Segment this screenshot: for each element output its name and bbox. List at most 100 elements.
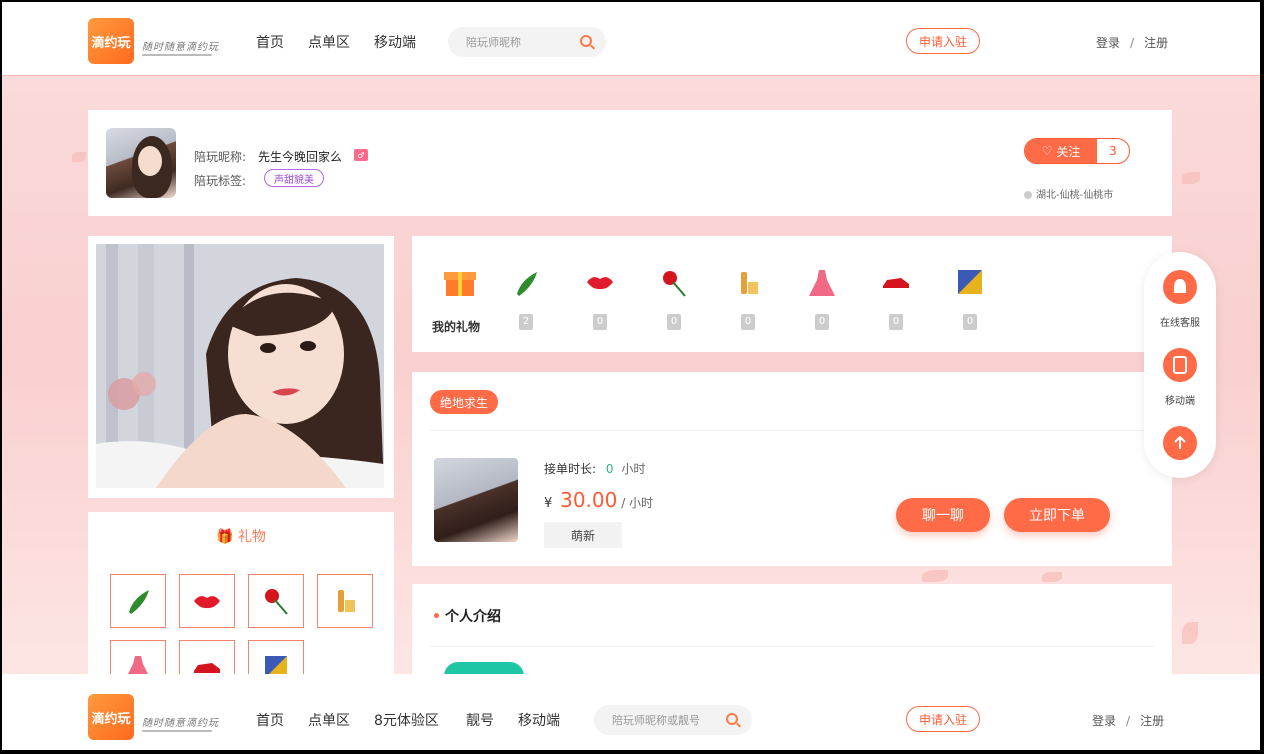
follow-count: 3 <box>1109 144 1117 158</box>
my-gift-champagne[interactable]: 0 <box>726 268 770 330</box>
profile-photo[interactable] <box>96 244 384 488</box>
headset-icon <box>1174 279 1186 293</box>
profile-card: 陪玩昵称: 先生今晚回家么 ♂ 陪玩标签: 声甜貌美 ♡ 关注 3 湖北-仙桃-… <box>88 110 1172 216</box>
customer-service-label: 在线客服 <box>1160 318 1200 329</box>
footer-logo-swoosh <box>142 730 212 732</box>
footer-auth-links: 登录 / 注册 <box>1092 712 1164 729</box>
photo-card <box>88 236 394 498</box>
service-card: 绝地求生 接单时长: 0 小时 ¥ 30.00 / 小时 萌新 聊一聊 立即下单 <box>412 372 1172 566</box>
phone-icon <box>1173 356 1187 374</box>
profile-photo-illustration <box>96 244 384 488</box>
footer-nav-vip-number[interactable]: 靓号 <box>466 710 494 730</box>
footer-nav-order-zone[interactable]: 点单区 <box>308 710 350 730</box>
petal-decoration <box>1182 172 1200 184</box>
champagne-icon <box>338 590 355 612</box>
gift-box-icon <box>443 264 476 296</box>
my-gifts-label: 我的礼物 <box>432 320 481 334</box>
my-gift-lips[interactable]: 0 <box>578 268 622 330</box>
painting-icon <box>955 268 985 298</box>
my-gifts-card: 我的礼物 2 0 0 0 0 0 0 <box>412 236 1172 352</box>
my-gift-car[interactable]: 0 <box>874 268 918 330</box>
duration-row: 接单时长: 0 小时 <box>544 462 646 476</box>
duration-value: 0 <box>605 462 614 476</box>
floating-side-panel: 在线客服 移动端 <box>1144 252 1216 478</box>
gift-count-badge: 0 <box>593 314 607 330</box>
arrow-up-icon <box>1174 436 1186 449</box>
champagne-icon <box>733 268 763 298</box>
avatar-face <box>138 146 162 176</box>
intro-divider <box>430 646 1154 647</box>
footer-site-logo[interactable]: 滴约玩 <box>88 694 134 740</box>
logo-slogan: 随时随意滴约玩 <box>142 42 219 53</box>
footer-login-link[interactable]: 登录 <box>1092 714 1116 728</box>
mobile-app-button[interactable] <box>1163 348 1197 382</box>
intro-card: 个人介绍 <box>412 584 1172 690</box>
footer-nav-trial[interactable]: 8元体验区 <box>374 710 439 730</box>
footer-logo-slogan: 随时随意滴约玩 <box>142 718 219 729</box>
app-frame: 滴约玩 随时随意滴约玩 首页 点单区 移动端 申请入驻 登录 / 注册 陪玩昵称: … <box>2 2 1260 750</box>
verified-badge-icon: ♂ <box>354 149 368 161</box>
my-gift-dress[interactable]: 0 <box>800 268 844 330</box>
dress-icon <box>807 268 837 298</box>
login-link[interactable]: 登录 <box>1096 36 1120 50</box>
gift-count-badge: 0 <box>963 314 977 330</box>
order-now-button[interactable]: 立即下单 <box>1004 498 1110 532</box>
location-info: 湖北-仙桃-仙桃市 <box>1024 186 1113 201</box>
nav-order-zone[interactable]: 点单区 <box>308 32 350 52</box>
user-location-icon <box>1024 191 1032 199</box>
footer-nav-mobile[interactable]: 移动端 <box>518 710 560 730</box>
my-gift-rose[interactable]: 0 <box>652 268 696 330</box>
gift-box-icon: 🎁 <box>216 529 234 545</box>
register-link[interactable]: 注册 <box>1144 36 1168 50</box>
back-to-top-button[interactable] <box>1163 426 1197 460</box>
my-gifts-header <box>436 264 480 296</box>
petal-decoration <box>922 570 948 582</box>
rose-icon <box>659 268 689 298</box>
nav-home[interactable]: 首页 <box>256 32 284 52</box>
footer-apply-join-button[interactable]: 申请入驻 <box>906 706 980 732</box>
gift-cucumber[interactable] <box>110 574 166 628</box>
heart-icon: ♡ <box>1041 144 1053 158</box>
gift-panel-title: 🎁 礼物 <box>216 529 266 545</box>
footer-nav-home[interactable]: 首页 <box>256 710 284 730</box>
my-gift-painting[interactable]: 0 <box>948 268 992 330</box>
gift-count-badge: 0 <box>741 314 755 330</box>
lips-icon <box>585 268 615 298</box>
site-logo[interactable]: 滴约玩 <box>88 18 134 64</box>
footer-search-bar <box>594 705 752 735</box>
avatar <box>106 128 176 198</box>
search-icon[interactable] <box>726 713 738 725</box>
lips-icon <box>194 596 220 609</box>
gift-count-badge: 0 <box>667 314 681 330</box>
apply-join-button[interactable]: 申请入驻 <box>906 28 980 54</box>
mobile-app-label: 移动端 <box>1165 396 1195 407</box>
gift-lips[interactable] <box>179 574 235 628</box>
my-gift-cucumber[interactable]: 2 <box>504 268 548 330</box>
petal-decoration <box>1182 622 1198 644</box>
car-icon <box>881 268 911 298</box>
nickname-value: 先生今晚回家么 <box>258 150 343 164</box>
nav-mobile[interactable]: 移动端 <box>374 32 416 52</box>
tag-pill: 声甜貌美 <box>264 169 324 187</box>
gift-count-badge: 0 <box>889 314 903 330</box>
intro-title: 个人介绍 <box>432 606 501 626</box>
price-value: 30.00 <box>560 488 618 512</box>
follow-button[interactable]: ♡ 关注 <box>1025 139 1097 163</box>
top-header: 滴约玩 随时随意滴约玩 首页 点单区 移动端 申请入驻 登录 / 注册 <box>2 2 1260 76</box>
petal-decoration <box>1042 572 1062 582</box>
rose-icon <box>265 589 288 615</box>
tags-label: 陪玩标签: <box>194 174 247 188</box>
customer-service-button[interactable] <box>1163 270 1197 304</box>
cucumber-icon <box>511 268 541 298</box>
gift-champagne[interactable] <box>317 574 373 628</box>
gift-rose[interactable] <box>248 574 304 628</box>
auth-links: 登录 / 注册 <box>1096 34 1168 51</box>
search-icon[interactable] <box>580 35 592 47</box>
follow-control: ♡ 关注 3 <box>1024 138 1130 164</box>
bottom-header: 滴约玩 随时随意滴约玩 首页 点单区 8元体验区 靓号 移动端 申请入驻 登录 /… <box>2 674 1260 750</box>
petal-decoration <box>72 152 86 162</box>
footer-register-link[interactable]: 注册 <box>1140 714 1164 728</box>
gift-panel: 🎁 礼物 <box>88 512 394 694</box>
chat-button[interactable]: 聊一聊 <box>896 498 990 532</box>
nickname-label: 陪玩昵称: <box>194 150 247 164</box>
